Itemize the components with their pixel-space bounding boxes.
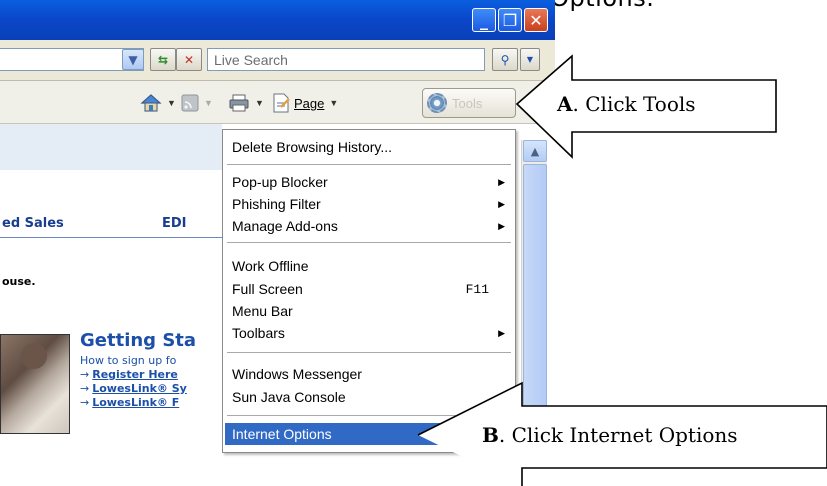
register-here-link[interactable]: → Register Here bbox=[80, 368, 178, 381]
intro-text: ouse. bbox=[2, 275, 36, 288]
tools-menu-label: Tools bbox=[452, 95, 483, 111]
link-text[interactable]: LowesLink® Sy bbox=[92, 382, 187, 395]
getting-started-photo bbox=[0, 334, 70, 434]
page-icon bbox=[273, 93, 290, 113]
menu-item-label: Windows Messenger bbox=[232, 366, 362, 382]
search-button[interactable]: ⚲ bbox=[492, 48, 518, 71]
page-menu-button[interactable]: Page ▼ bbox=[272, 92, 338, 114]
menu-item-label: Phishing Filter bbox=[232, 196, 321, 212]
getting-started-title: Getting Sta bbox=[80, 330, 197, 351]
menu-item-label: Delete Browsing History... bbox=[232, 139, 393, 155]
menu-item-windows-messenger[interactable]: Windows Messenger bbox=[225, 363, 513, 385]
menu-item-menu-bar[interactable]: Menu Bar bbox=[225, 300, 513, 322]
chevron-up-icon: ▲ bbox=[530, 144, 540, 158]
callout-b-text: B. Click Internet Options bbox=[482, 423, 738, 447]
nav-link-sales[interactable]: ed Sales bbox=[2, 216, 64, 231]
chevron-down-icon[interactable]: ▼ bbox=[204, 98, 213, 108]
minimize-button[interactable]: _ bbox=[472, 8, 496, 32]
chevron-down-icon: ▼ bbox=[128, 52, 138, 67]
scroll-up-button[interactable]: ▲ bbox=[523, 140, 547, 162]
menu-item-sun-java-console[interactable]: Sun Java Console bbox=[225, 386, 513, 408]
arrow-icon: → bbox=[80, 396, 90, 409]
stop-button[interactable]: ✕ bbox=[176, 48, 202, 71]
menu-item-label: Manage Add-ons bbox=[232, 218, 338, 234]
menu-item-work-offline[interactable]: Work Offline bbox=[225, 255, 513, 277]
shortcut-label: F11 bbox=[465, 281, 489, 297]
home-icon bbox=[140, 94, 162, 112]
gear-icon bbox=[427, 93, 447, 113]
address-dropdown-button[interactable]: ▼ bbox=[122, 49, 144, 70]
home-button[interactable]: ▼ bbox=[140, 92, 176, 114]
refresh-button[interactable]: ⇆ bbox=[150, 48, 176, 71]
header-band bbox=[0, 124, 222, 170]
visible-page-area: ed Sales EDI ouse. Getting Sta How to si… bbox=[0, 124, 222, 486]
menu-item-label: Full Screen bbox=[232, 281, 303, 297]
chevron-down-icon[interactable]: ▼ bbox=[255, 98, 264, 108]
scroll-thumb[interactable] bbox=[523, 164, 547, 450]
vertical-scrollbar[interactable]: ▲ bbox=[521, 140, 547, 450]
menu-item-label: Work Offline bbox=[232, 258, 309, 274]
menu-separator bbox=[227, 242, 511, 243]
menu-item-internet-options[interactable]: Internet Options bbox=[225, 423, 513, 445]
menu-item-delete-browsing-history[interactable]: Delete Browsing History... bbox=[225, 136, 513, 158]
feeds-icon bbox=[181, 94, 199, 112]
maximize-button[interactable]: ❐ bbox=[498, 8, 522, 32]
chevron-down-icon[interactable]: ▼ bbox=[167, 98, 176, 108]
printer-icon bbox=[229, 94, 249, 112]
menu-item-label: Menu Bar bbox=[232, 303, 293, 319]
chevron-down-icon: ▼ bbox=[329, 98, 339, 108]
submenu-arrow-icon: ▶ bbox=[498, 198, 505, 209]
title-bar: _ ❐ ✕ bbox=[0, 0, 555, 40]
submenu-arrow-icon: ▶ bbox=[498, 220, 505, 231]
getting-started-subtitle: How to sign up fo bbox=[80, 354, 177, 367]
address-search-bar: ▼ ⇆ ✕ Live Search ⚲ ▼ bbox=[0, 40, 555, 81]
menu-item-label: Internet Options bbox=[232, 426, 332, 442]
menu-item-label: Pop-up Blocker bbox=[232, 174, 328, 190]
menu-item-full-screen[interactable]: Full Screen F11 bbox=[225, 278, 513, 300]
menu-item-popup-blocker[interactable]: Pop-up Blocker ▶ bbox=[225, 171, 513, 193]
link-text[interactable]: LowesLink® F bbox=[92, 396, 179, 409]
search-options-button[interactable]: ▼ bbox=[520, 48, 540, 71]
command-bar: ▼ ▼ ▼ Page ▼ Tools bbox=[0, 81, 555, 124]
arrow-icon: → bbox=[80, 382, 90, 395]
loweslink-link-2[interactable]: → LowesLink® F bbox=[80, 396, 179, 409]
tools-menu: Delete Browsing History... Pop-up Blocke… bbox=[222, 129, 516, 453]
stop-icon: ✕ bbox=[183, 52, 195, 67]
menu-item-phishing-filter[interactable]: Phishing Filter ▶ bbox=[225, 193, 513, 215]
callout-a-text: A. Click Tools bbox=[557, 92, 696, 116]
nav-link-edi[interactable]: EDI bbox=[162, 216, 187, 231]
menu-item-toolbars[interactable]: Toolbars ▶ bbox=[225, 322, 513, 344]
submenu-arrow-icon: ▶ bbox=[498, 327, 505, 338]
menu-item-manage-addons[interactable]: Manage Add-ons ▶ bbox=[225, 215, 513, 237]
menu-item-label: Sun Java Console bbox=[232, 389, 346, 405]
search-input[interactable]: Live Search bbox=[207, 48, 485, 71]
nav-divider bbox=[0, 237, 222, 238]
page-menu-label: Page bbox=[294, 95, 325, 111]
submenu-arrow-icon: ▶ bbox=[498, 176, 505, 187]
loweslink-link-1[interactable]: → LowesLink® Sy bbox=[80, 382, 187, 395]
refresh-icon: ⇆ bbox=[157, 52, 169, 67]
arrow-icon: → bbox=[80, 368, 90, 381]
feeds-button[interactable]: ▼ bbox=[181, 92, 213, 114]
link-text[interactable]: Register Here bbox=[92, 368, 178, 381]
close-button[interactable]: ✕ bbox=[524, 8, 548, 32]
menu-item-label: Toolbars bbox=[232, 325, 285, 341]
menu-separator bbox=[227, 164, 511, 165]
tools-menu-button[interactable]: Tools bbox=[422, 88, 516, 118]
magnifier-icon: ⚲ bbox=[500, 52, 510, 67]
print-button[interactable]: ▼ bbox=[228, 92, 264, 114]
menu-separator bbox=[227, 352, 511, 353]
chevron-down-icon: ▼ bbox=[526, 55, 534, 64]
menu-separator bbox=[227, 415, 511, 416]
